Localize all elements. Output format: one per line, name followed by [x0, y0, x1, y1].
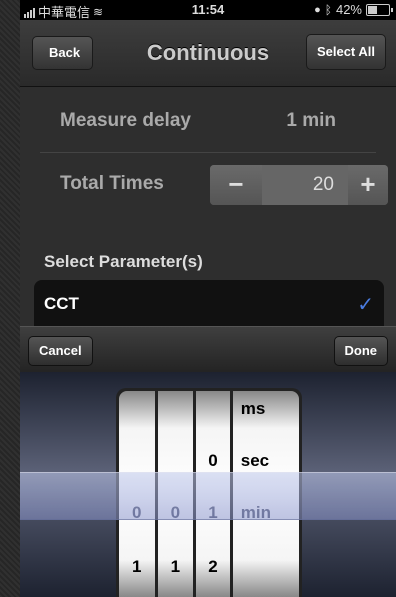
battery-percent: 42% [335, 2, 362, 17]
decrement-button[interactable]: − [210, 165, 262, 205]
battery-icon [366, 3, 393, 16]
total-times-label: Total Times [60, 173, 164, 194]
picker-cell: 0 [208, 451, 218, 470]
parameter-row-cct[interactable]: CCT ✓ [34, 280, 384, 326]
picker-cell-selected: min [240, 503, 271, 522]
picker-cell: 2 [208, 557, 218, 576]
checkmark-icon: ✓ [357, 294, 374, 316]
picker-cell: sec [240, 451, 270, 470]
status-right: ● ᛒ 42% [314, 2, 393, 17]
measure-delay-label: Measure delay [60, 110, 191, 131]
measure-delay-value: 1 min [286, 110, 336, 131]
picker-cell: 1 [132, 557, 142, 576]
picker-cell-selected: 1 [208, 503, 218, 522]
section-header: Select Parameter(s) [44, 252, 203, 271]
picker-cell-selected: 0 [132, 503, 142, 522]
picker-column-unit[interactable]: ms sec min [232, 391, 299, 597]
picker-cell: ms [240, 399, 266, 418]
increment-button[interactable]: + [348, 165, 388, 205]
picker-wheels: 0 1 0 1 0 1 2 ms sec min [116, 388, 302, 597]
total-times-value[interactable]: 20 [262, 165, 348, 205]
select-all-button[interactable]: Select All [305, 34, 386, 70]
picker-column-3[interactable]: 0 1 2 [196, 391, 230, 597]
measure-delay-row[interactable]: Measure delay 1 min [40, 90, 376, 153]
picker-cell: 1 [170, 557, 181, 576]
total-times-row: Total Times − 20 + [40, 153, 388, 215]
picker-toolbar: Cancel Done [20, 326, 396, 374]
navigation-bar: Back Continuous Select All [20, 20, 396, 87]
status-bar: 中華電信 ≋ 11:54 ● ᛒ 42% [20, 0, 396, 20]
cancel-button[interactable]: Cancel [28, 336, 93, 366]
phone-screen: 中華電信 ≋ 11:54 ● ᛒ 42% Back Continuous Sel… [20, 0, 396, 597]
picker-column-2[interactable]: 0 1 [157, 391, 194, 597]
done-button[interactable]: Done [333, 336, 388, 366]
total-times-stepper: − 20 + [210, 165, 388, 205]
picker-column-1[interactable]: 0 1 [119, 391, 155, 597]
lock-rotation-icon: ● [314, 3, 321, 16]
parameter-label: CCT [44, 294, 79, 313]
bluetooth-icon: ᛒ [324, 2, 332, 17]
picker-cell-selected: 0 [170, 503, 181, 522]
delay-picker: 0 1 0 1 0 1 2 ms sec min [20, 372, 396, 597]
